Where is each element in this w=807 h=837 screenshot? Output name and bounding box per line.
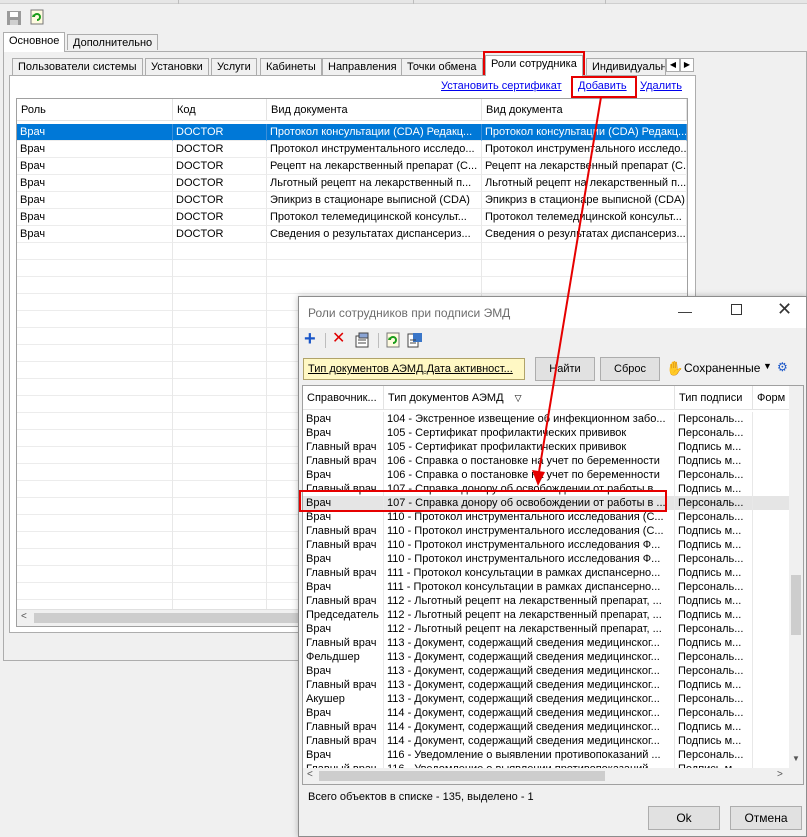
annotation-arrow bbox=[532, 96, 602, 486]
tab-main[interactable]: Основное bbox=[3, 32, 66, 52]
tab-employee-roles[interactable]: Роли сотрудника bbox=[485, 55, 583, 76]
